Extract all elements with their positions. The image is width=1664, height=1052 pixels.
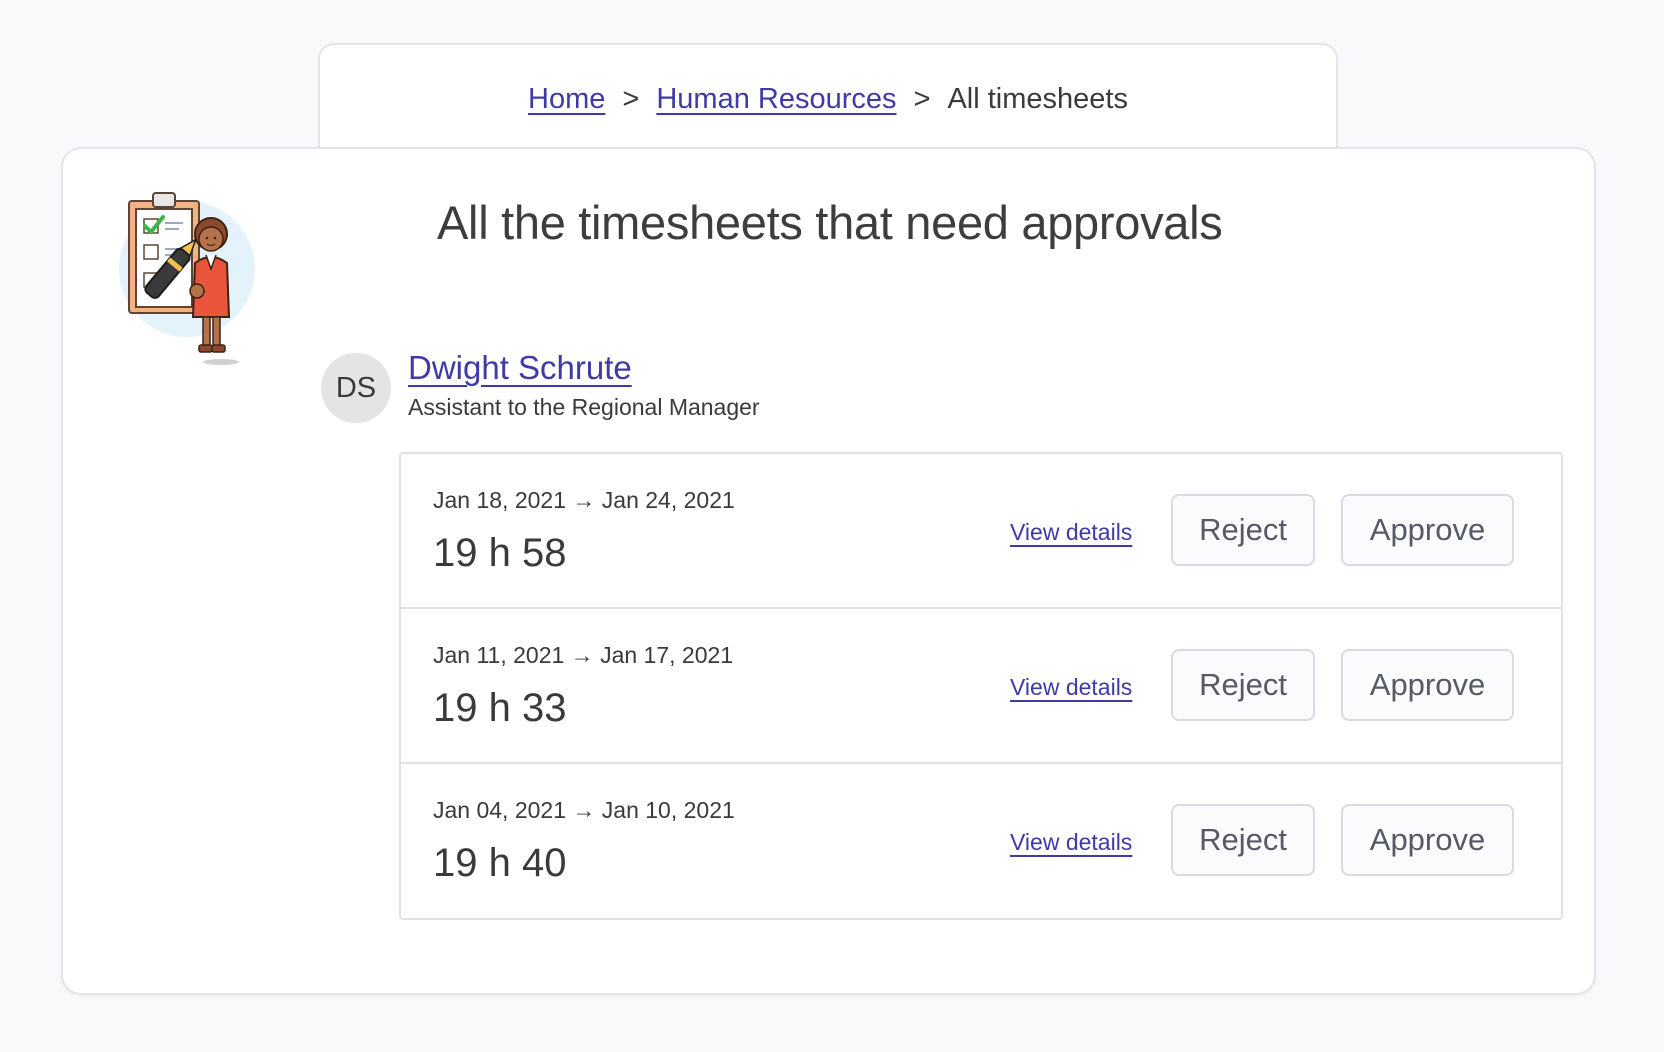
breadcrumb-current: All timesheets	[947, 82, 1128, 115]
avatar-initials: DS	[335, 371, 377, 404]
clipboard-approval-illustration	[119, 192, 255, 365]
timesheet-total-hours: 19 h 58	[433, 531, 567, 575]
view-details-link[interactable]: View details	[1010, 829, 1132, 856]
approve-button[interactable]: Approve	[1341, 649, 1514, 721]
timesheet-date-range: Jan 18, 2021 → Jan 24, 2021	[433, 487, 735, 513]
main-card: All the timesheets that need approvals D…	[61, 147, 1596, 995]
timesheet-date-range: Jan 11, 2021 → Jan 17, 2021	[433, 642, 734, 668]
breadcrumb-separator: >	[622, 82, 640, 115]
reject-button[interactable]: Reject	[1171, 649, 1315, 721]
page-title: All the timesheets that need approvals	[437, 196, 1223, 249]
employee-name-link[interactable]: Dwight Schrute	[408, 349, 632, 387]
breadcrumb-separator: >	[913, 82, 931, 115]
approve-button[interactable]: Approve	[1341, 804, 1514, 876]
breadcrumb-card: Home > Human Resources > All timesheets	[318, 43, 1338, 147]
breadcrumb-home-link[interactable]: Home	[528, 83, 605, 116]
timesheet-row: Jan 18, 2021 → Jan 24, 2021 19 h 58 View…	[401, 454, 1561, 609]
view-details-link[interactable]: View details	[1010, 674, 1132, 701]
timesheet-row: Jan 11, 2021 → Jan 17, 2021 19 h 33 View…	[401, 609, 1561, 764]
timesheet-total-hours: 19 h 33	[433, 686, 567, 730]
timesheet-list: Jan 18, 2021 → Jan 24, 2021 19 h 58 View…	[399, 452, 1563, 920]
reject-button[interactable]: Reject	[1171, 494, 1315, 566]
view-details-link[interactable]: View details	[1010, 519, 1132, 546]
avatar: DS	[321, 353, 391, 423]
timesheet-date-range: Jan 04, 2021 → Jan 10, 2021	[433, 797, 735, 823]
timesheet-row: Jan 04, 2021 → Jan 10, 2021 19 h 40 View…	[401, 764, 1561, 918]
breadcrumb: Home > Human Resources > All timesheets	[528, 83, 1128, 116]
reject-button[interactable]: Reject	[1171, 804, 1315, 876]
breadcrumb-human-resources-link[interactable]: Human Resources	[656, 83, 896, 116]
timesheet-total-hours: 19 h 40	[433, 841, 567, 885]
employee-role: Assistant to the Regional Manager	[408, 394, 760, 420]
approve-button[interactable]: Approve	[1341, 494, 1514, 566]
